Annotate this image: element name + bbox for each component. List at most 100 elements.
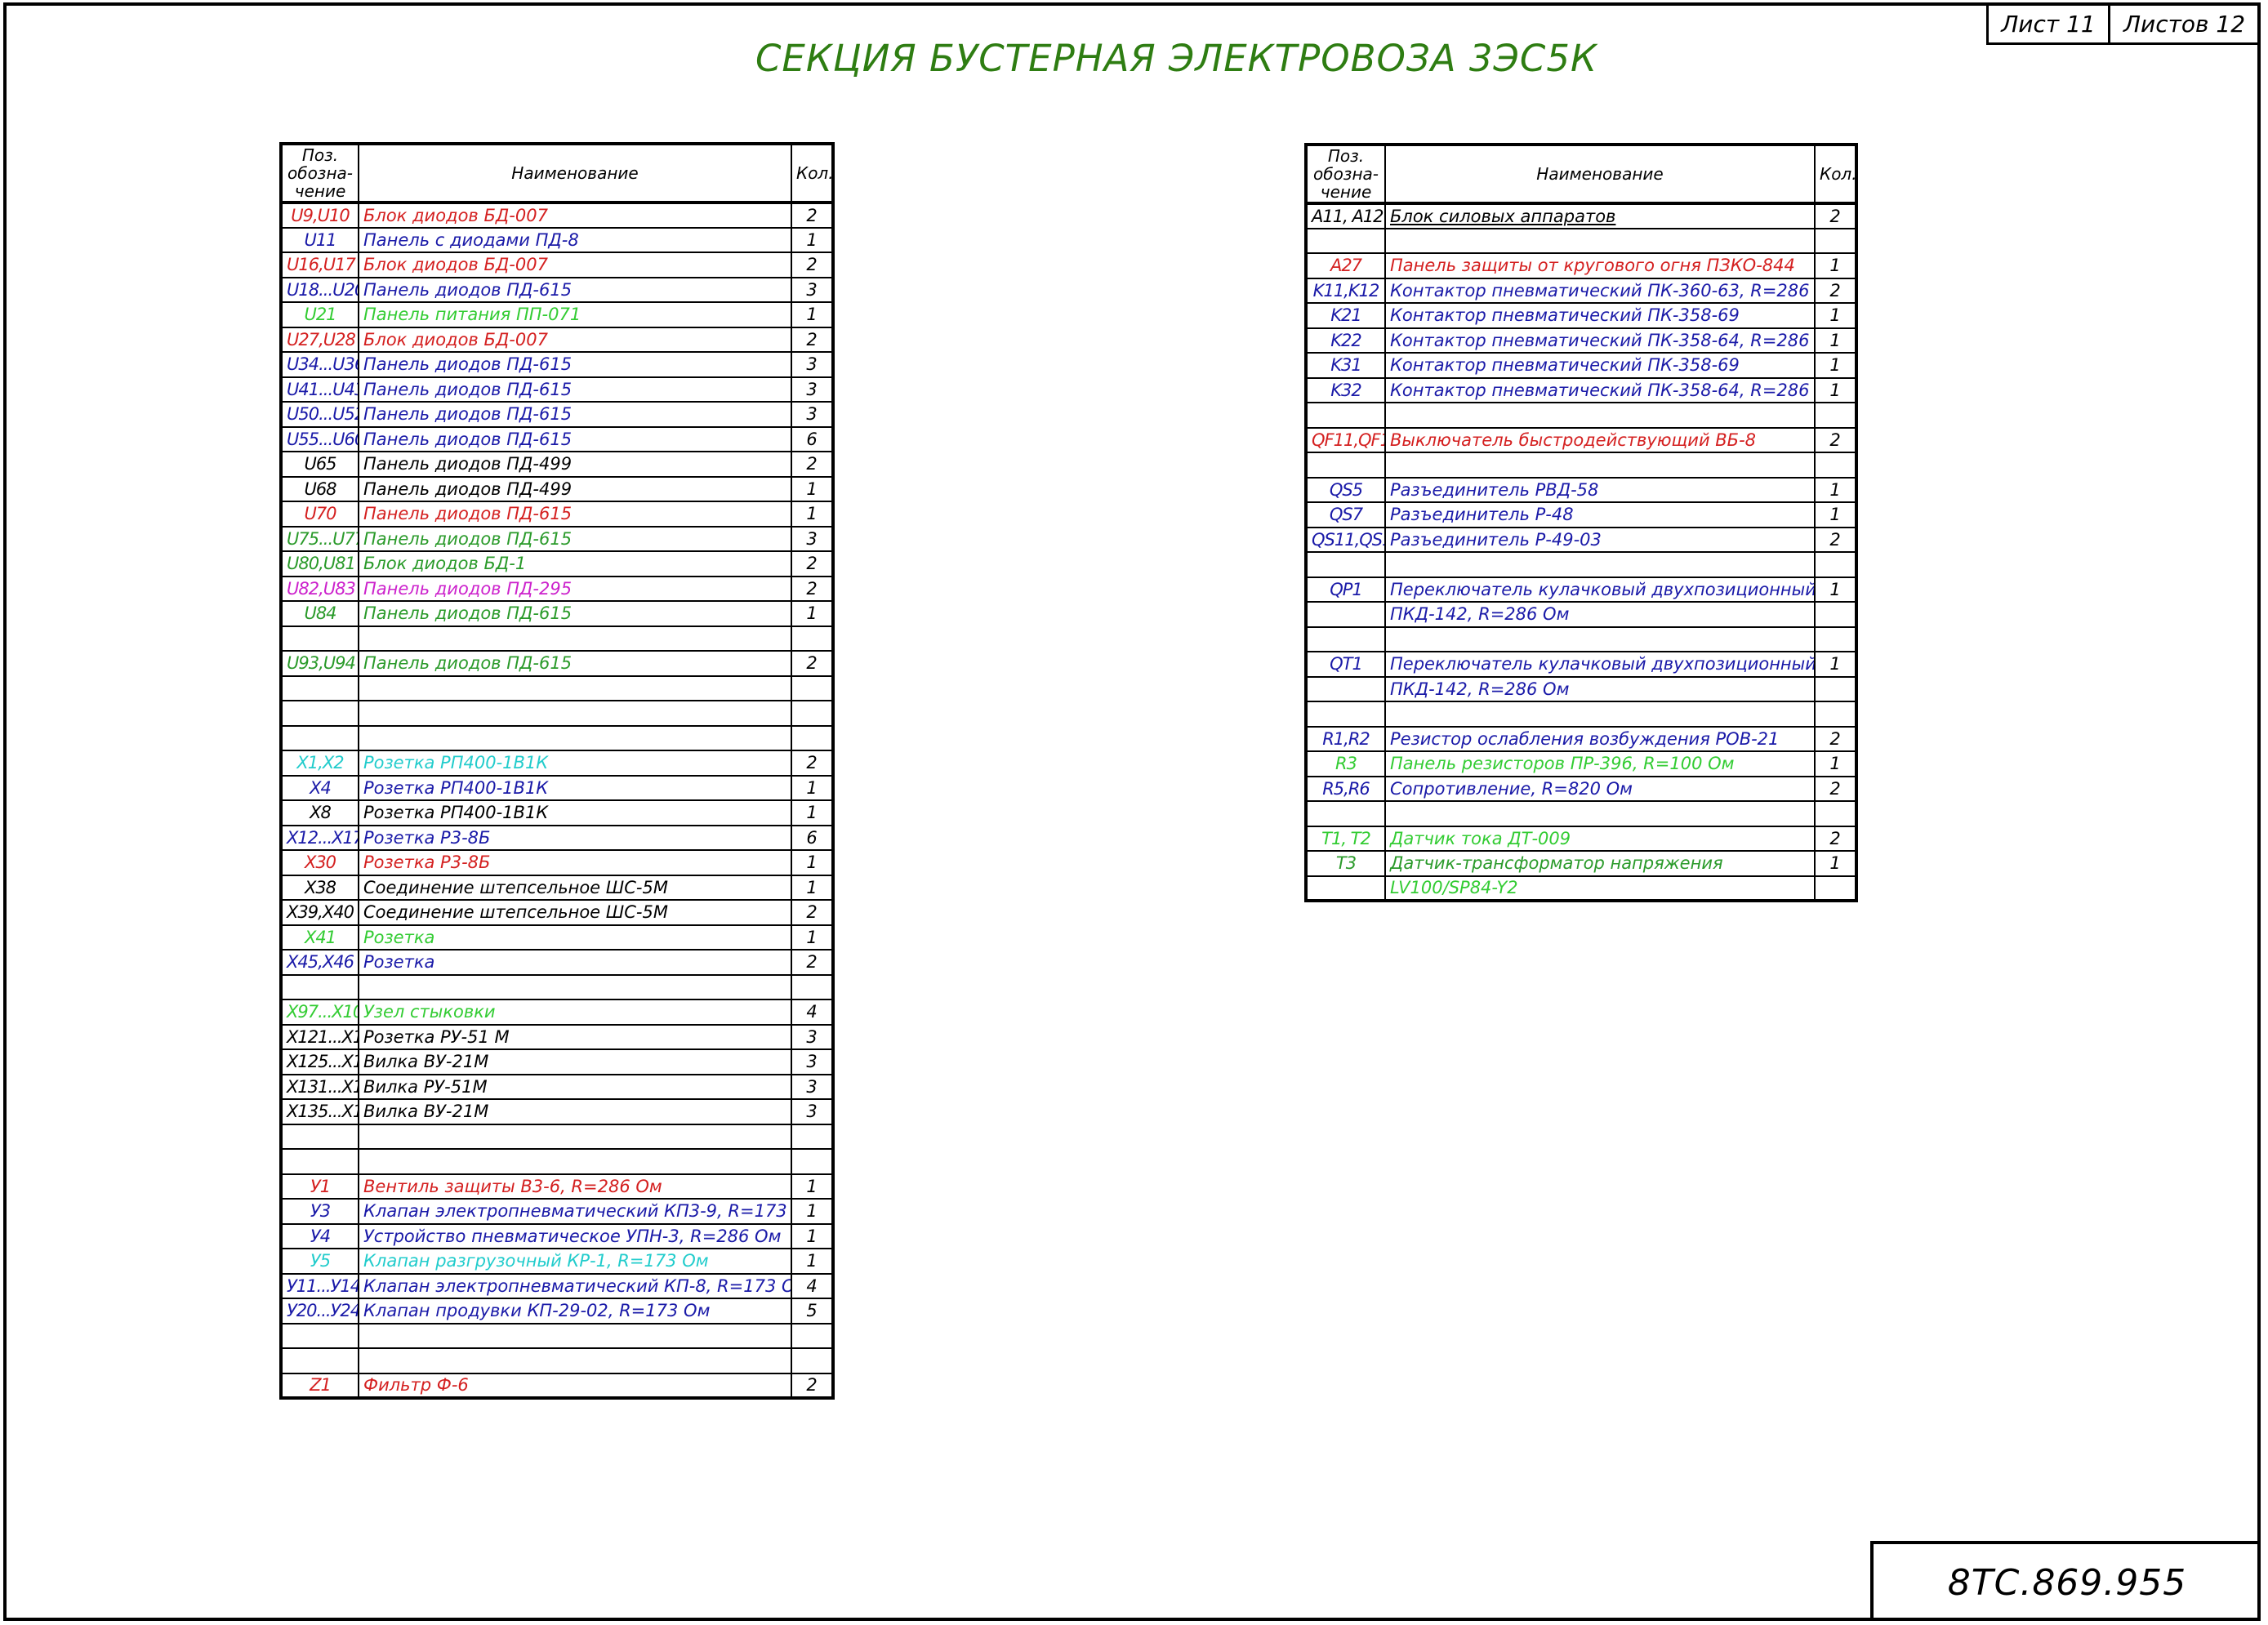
- table-row: [280, 1148, 834, 1175]
- table-row: U9,U10 Блок диодов БД-007 2: [280, 202, 834, 229]
- cell-qty: 2: [791, 650, 834, 677]
- cell-pos: U80,U81: [280, 550, 359, 577]
- cell-name: ПКД-142, R=286 Ом: [1384, 601, 1816, 628]
- cell-name: [358, 1123, 792, 1150]
- cell-pos: X125...X127: [280, 1048, 359, 1075]
- cell-name: [1384, 402, 1816, 429]
- cell-qty: 2: [1814, 775, 1857, 802]
- cell-pos: U41...U43: [280, 376, 359, 403]
- table-row: X39,X40 Соединение штепсельное ШС-5М 2: [280, 899, 834, 926]
- cell-pos: U50...U52: [280, 401, 359, 428]
- cell-name: Вилка ВУ-21М: [358, 1098, 792, 1125]
- cell-pos: X38: [280, 874, 359, 901]
- table-row: QT1 Переключатель кулачковый двухпозицион…: [1305, 651, 1857, 678]
- cell-qty: 2: [791, 949, 834, 976]
- cell-pos: T3: [1305, 850, 1386, 877]
- cell-qty: 1: [791, 226, 834, 253]
- cell-name: Переключатель кулачковый двухпозиционный: [1384, 576, 1816, 603]
- cell-pos: X39,X40: [280, 899, 359, 926]
- cell-pos: У11...У14: [280, 1272, 359, 1299]
- table-row: K22 Контактор пневматический ПК-358-64, R…: [1305, 327, 1857, 354]
- table-row: U68 Панель диодов ПД-499 1: [280, 475, 834, 502]
- cell-qty: [791, 700, 834, 727]
- cell-qty: 1: [791, 501, 834, 528]
- table-row: K31 Контактор пневматический ПК-358-69 1: [1305, 352, 1857, 379]
- header-name: Наименование: [1384, 144, 1816, 205]
- table-row: У1 Вентиль защиты В3-6, R=286 Ом 1: [280, 1173, 834, 1200]
- table-row: K21 Контактор пневматический ПК-358-69 1: [1305, 302, 1857, 329]
- table-row: QF11,QF12Выключатель быстродействующий В…: [1305, 426, 1857, 453]
- cell-name: Контактор пневматический ПК-358-64, R=28…: [1384, 327, 1816, 354]
- cell-name: Блок диодов БД-007: [358, 326, 792, 353]
- table-row: T1, T2 Датчик тока ДТ-009 2: [1305, 825, 1857, 852]
- cell-name: Разъединитель РВД-58: [1384, 476, 1816, 503]
- cell-qty: 2: [1814, 825, 1857, 852]
- cell-pos: [1305, 675, 1386, 702]
- cell-qty: 1: [1814, 302, 1857, 329]
- table-row: U34...U36 Панель диодов ПД-615 3: [280, 351, 834, 378]
- cell-pos: А11, А12: [1305, 203, 1386, 229]
- cell-name: Панель диодов ПД-615: [358, 351, 792, 378]
- cell-qty: [791, 1123, 834, 1150]
- cell-name: [358, 1148, 792, 1175]
- table-row: X125...X127Вилка ВУ-21М3: [280, 1048, 834, 1075]
- cell-name: Контактор пневматический ПК-358-69: [1384, 352, 1816, 379]
- cell-pos: [280, 625, 359, 652]
- cell-pos: [280, 1322, 359, 1349]
- table-row: У3 Клапан электропневматический КП3-9, R=…: [280, 1198, 834, 1225]
- cell-pos: X121...X123: [280, 1023, 359, 1050]
- table-row: R3 Панель резисторов ПР-396, R=100 Ом 1: [1305, 750, 1857, 777]
- cell-qty: [1814, 800, 1857, 827]
- table-row: U84 Панель диодов ПД-615 1: [280, 600, 834, 627]
- cell-qty: 2: [791, 252, 834, 278]
- cell-qty: [791, 625, 834, 652]
- cell-pos: K21: [1305, 302, 1386, 329]
- cell-qty: 2: [1814, 277, 1857, 304]
- cell-qty: 1: [1814, 476, 1857, 503]
- cell-name: Панель диодов ПД-615: [358, 376, 792, 403]
- cell-pos: Z1: [280, 1372, 359, 1399]
- cell-name: Узел стыковки: [358, 999, 792, 1026]
- cell-pos: U18...U20: [280, 276, 359, 303]
- cell-name: [358, 625, 792, 652]
- cell-pos: [280, 700, 359, 727]
- cell-qty: 2: [791, 451, 834, 478]
- sheet-total: Листов 12: [2108, 2, 2261, 45]
- cell-qty: 1: [791, 301, 834, 328]
- cell-name: Панель диодов ПД-295: [358, 575, 792, 602]
- table-row: QS7 Разъединитель Р-48 1: [1305, 501, 1857, 528]
- cell-pos: X30: [280, 849, 359, 876]
- cell-pos: U70: [280, 501, 359, 528]
- table-row: R1,R2 Резистор ослабления возбуждения РОВ…: [1305, 725, 1857, 752]
- cell-qty: 3: [791, 276, 834, 303]
- cell-name: Датчик тока ДТ-009: [1384, 825, 1816, 852]
- cell-name: [358, 973, 792, 1000]
- cell-name: Вилка ВУ-21М: [358, 1048, 792, 1075]
- cell-qty: [1814, 227, 1857, 254]
- cell-name: Датчик-трансформатор напряжения: [1384, 850, 1816, 877]
- cell-name: [358, 700, 792, 727]
- table-row: [1305, 402, 1857, 429]
- cell-qty: 1: [1814, 576, 1857, 603]
- table-row: [280, 700, 834, 727]
- cell-name: Переключатель кулачковый двухпозиционный: [1384, 651, 1816, 678]
- cell-qty: 1: [1814, 352, 1857, 379]
- header-name: Наименование: [358, 143, 792, 204]
- cell-qty: 1: [791, 475, 834, 502]
- cell-name: [1384, 227, 1816, 254]
- cell-pos: [1305, 402, 1386, 429]
- cell-pos: QT1: [1305, 651, 1386, 678]
- table-row: LV100/SP84-Y2: [1305, 875, 1857, 902]
- table-row: QP1 Переключатель кулачковый двухпозицион…: [1305, 576, 1857, 603]
- table-row: ПКД-142, R=286 Ом: [1305, 675, 1857, 702]
- cell-pos: [280, 1148, 359, 1175]
- table-row: X30 Розетка Р3-8Б 1: [280, 849, 834, 876]
- table-row: [1305, 551, 1857, 578]
- table-row: А11, А12 Блок силовых аппаратов 2: [1305, 203, 1857, 229]
- table-row: [1305, 701, 1857, 728]
- cell-name: Розетка РП400-1В1К: [358, 774, 792, 801]
- cell-name: Панель диодов ПД-499: [358, 475, 792, 502]
- cell-name: Клапан электропневматический КП3-9, R=17…: [358, 1198, 792, 1225]
- cell-name: Розетка РП400-1В1К: [358, 750, 792, 777]
- cell-pos: X12...X17: [280, 824, 359, 851]
